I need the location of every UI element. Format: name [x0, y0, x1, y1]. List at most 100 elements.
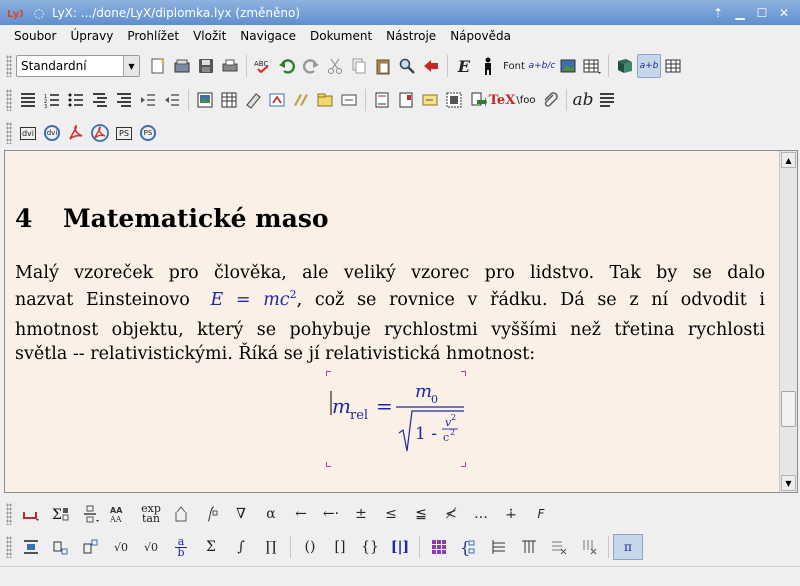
insert-table-icon[interactable] — [580, 54, 604, 78]
insert-cross-reference-icon[interactable] — [265, 88, 289, 112]
menu-dokument[interactable]: Dokument — [303, 25, 379, 47]
update-ps-icon[interactable]: PS — [136, 121, 160, 145]
insert-figure-float-icon[interactable] — [193, 88, 217, 112]
math-superscript-icon[interactable] — [76, 534, 106, 560]
math-fraction-icon[interactable]: a+b/c — [528, 54, 556, 78]
math-dotted-arrows-button[interactable]: ←· — [316, 501, 346, 527]
toolbar-grip[interactable] — [6, 55, 12, 77]
inline-math-einstein[interactable]: E = mc2 — [210, 288, 296, 310]
menu-nastroje[interactable]: Nástroje — [379, 25, 443, 47]
open-document-icon[interactable] — [170, 54, 194, 78]
minimize-button[interactable]: ▁ — [730, 4, 750, 22]
font-style-button[interactable]: Font — [500, 54, 528, 78]
increase-depth-icon[interactable] — [136, 88, 160, 112]
menu-soubor[interactable]: Soubor — [7, 25, 63, 47]
document-text[interactable]: 4 Matematické maso Malý vzoreček pro člov… — [5, 151, 779, 492]
align-default-icon[interactable] — [16, 88, 40, 112]
update-dvi-icon[interactable]: dvi — [40, 121, 64, 145]
math-sum-button[interactable]: Σ — [196, 534, 226, 560]
insert-box-icon[interactable] — [442, 88, 466, 112]
tex-code-button[interactable]: TeX — [489, 88, 516, 112]
text-style-button[interactable]: ab — [571, 88, 595, 112]
numbered-list-icon[interactable]: 123 — [40, 88, 64, 112]
cut-icon[interactable] — [323, 54, 347, 78]
math-delete-column-icon[interactable] — [574, 534, 604, 560]
insert-note-icon[interactable] — [418, 88, 442, 112]
insert-graphics-icon[interactable] — [556, 54, 580, 78]
math-panel-toggle-button[interactable]: π — [613, 534, 643, 560]
math-braces-button[interactable]: {} — [355, 534, 385, 560]
paragraph-settings-icon[interactable] — [595, 88, 619, 112]
back-to-bookmark-icon[interactable] — [419, 54, 443, 78]
paragraph-layout-select[interactable]: Standardní ▼ — [16, 55, 140, 77]
bullet-list-icon[interactable] — [64, 88, 88, 112]
math-delete-row-icon[interactable] — [544, 534, 574, 560]
toolbar-grip[interactable] — [6, 122, 12, 144]
emphasis-icon[interactable]: E — [452, 54, 476, 78]
toolbar-grip[interactable] — [6, 536, 12, 558]
maximize-button[interactable]: ☐ — [752, 4, 772, 22]
decrease-depth-icon[interactable] — [160, 88, 184, 112]
math-integral-button[interactable]: ∫ — [226, 534, 256, 560]
math-styles-icon[interactable]: Σ — [46, 501, 76, 527]
spellcheck-icon[interactable]: ABC — [251, 54, 275, 78]
insert-table-float-icon[interactable] — [217, 88, 241, 112]
math-arrows-button[interactable]: ← — [286, 501, 316, 527]
math-toolbar-toggle-icon[interactable]: a+b — [637, 54, 661, 78]
table-toolbar-toggle-icon[interactable] — [661, 54, 685, 78]
toolbar-grip[interactable] — [6, 89, 12, 111]
menu-vlozit[interactable]: Vložit — [186, 25, 233, 47]
math-functions-button[interactable]: exp tan — [136, 501, 166, 527]
menu-navigace[interactable]: Navigace — [233, 25, 303, 47]
math-delimiters-button[interactable]: [|] — [385, 534, 415, 560]
noun-person-icon[interactable] — [476, 54, 500, 78]
copy-icon[interactable] — [347, 54, 371, 78]
math-dots-button[interactable]: … — [466, 501, 496, 527]
description-list-icon[interactable] — [88, 88, 112, 112]
math-frac-menu-icon[interactable] — [76, 501, 106, 527]
insert-math-macro-button[interactable]: \foo — [514, 88, 538, 112]
math-relations-button[interactable]: ≤ — [376, 501, 406, 527]
math-sqrt-button[interactable]: √0 — [106, 534, 136, 560]
scroll-down-button[interactable]: ▼ — [781, 475, 796, 491]
view-ps-icon[interactable]: PS — [112, 121, 136, 145]
insert-footnote-icon[interactable] — [370, 88, 394, 112]
math-operators-button[interactable]: ± — [346, 501, 376, 527]
menu-upravy[interactable]: Úpravy — [63, 25, 120, 47]
math-brackets-button[interactable]: [] — [325, 534, 355, 560]
document-work-area[interactable]: 4 Matematické maso Malý vzoreček pro člov… — [4, 150, 798, 493]
find-replace-icon[interactable] — [395, 54, 419, 78]
insert-child-document-icon[interactable] — [466, 88, 490, 112]
display-equation[interactable]: m rel = m 0 1 - v 2 c 2 — [326, 371, 466, 467]
new-document-icon[interactable] — [146, 54, 170, 78]
math-integrals-icon[interactable] — [196, 501, 226, 527]
vertical-scrollbar[interactable]: ▲ ▼ — [779, 151, 797, 492]
paste-icon[interactable] — [371, 54, 395, 78]
math-matrix-icon[interactable] — [424, 534, 454, 560]
math-greek-button[interactable]: α — [256, 501, 286, 527]
view-dvi-icon[interactable]: dvi — [16, 121, 40, 145]
math-subscript-icon[interactable] — [46, 534, 76, 560]
math-parentheses-button[interactable]: () — [295, 534, 325, 560]
math-relations-ams-button[interactable]: ≦ — [406, 501, 436, 527]
save-icon[interactable] — [194, 54, 218, 78]
redo-icon[interactable] — [299, 54, 323, 78]
scroll-up-button[interactable]: ▲ — [781, 152, 796, 168]
insert-citation-icon[interactable] — [289, 88, 313, 112]
insert-nomenclature-icon[interactable] — [337, 88, 361, 112]
math-product-button[interactable]: ∏ — [256, 534, 286, 560]
math-fonts-icon[interactable]: AA AA — [106, 501, 136, 527]
scrollbar-thumb[interactable] — [781, 391, 796, 427]
menu-prohlizet[interactable]: Prohlížet — [120, 25, 186, 47]
math-fraction-button[interactable]: a b — [166, 534, 196, 560]
toc-icon[interactable] — [613, 54, 637, 78]
print-icon[interactable] — [218, 54, 242, 78]
insert-index-icon[interactable] — [313, 88, 337, 112]
math-root-button[interactable]: √0 — [136, 534, 166, 560]
math-cases-icon[interactable]: { — [454, 534, 484, 560]
math-boxes-icon[interactable] — [166, 501, 196, 527]
view-pdf-icon[interactable] — [64, 121, 88, 145]
lyx-list-icon[interactable] — [112, 88, 136, 112]
math-negated-relations-button[interactable]: ≮ — [436, 501, 466, 527]
window-menu-icon[interactable]: ◌ — [30, 4, 48, 22]
